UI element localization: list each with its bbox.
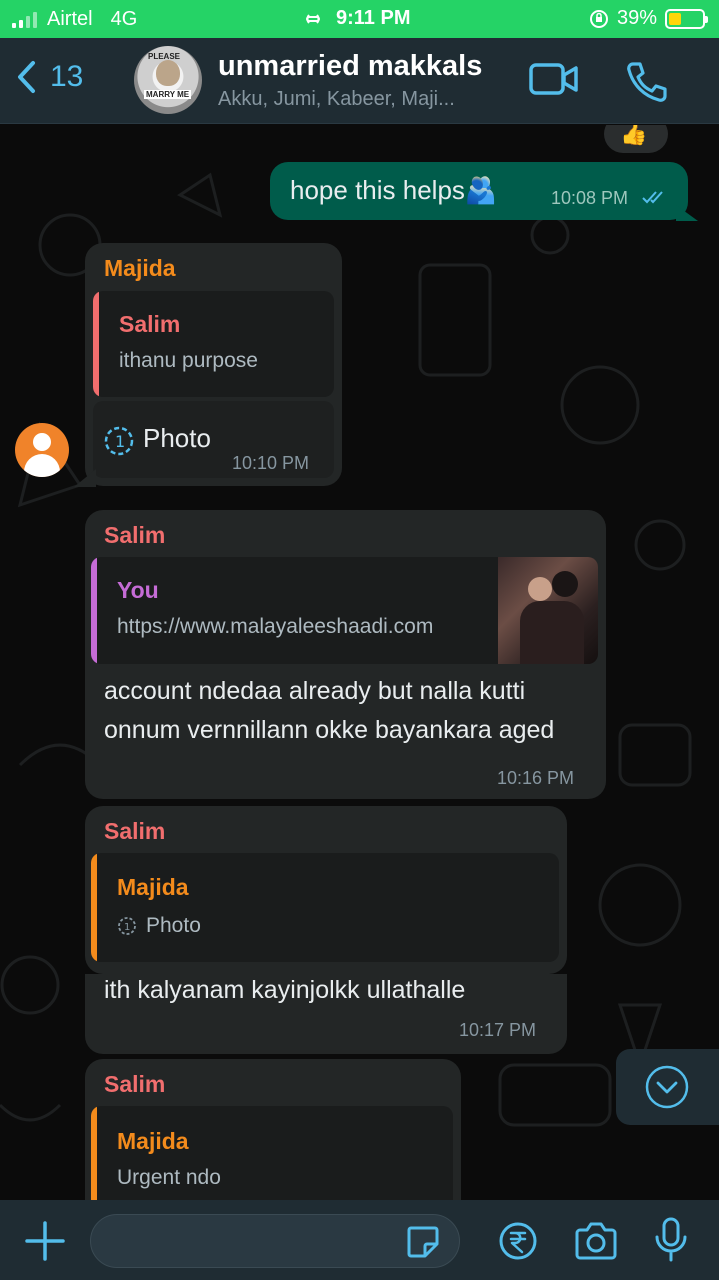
message-text: account ndedaa already but nalla kutti o… [104, 677, 555, 744]
quoted-message[interactable]: You https://www.malayaleeshaadi.com [91, 557, 598, 664]
thumbs-up-reaction: 👍 [620, 125, 648, 146]
group-members[interactable]: Akku, Jumi, Kabeer, Maji... [218, 88, 455, 111]
chevron-left-icon [18, 61, 35, 93]
quoted-text: Urgent ndo [117, 1166, 221, 1189]
message-time: 10:08 PM [551, 188, 629, 208]
hotspot-icon [306, 13, 320, 24]
view-once-icon: 1 [104, 426, 134, 456]
signal-icon [12, 11, 37, 28]
quoted-sender: Salim [119, 311, 181, 337]
rotation-lock-icon [589, 9, 608, 28]
svg-text:1: 1 [124, 922, 130, 933]
sender-name: Majida [104, 255, 176, 281]
chat-header: 13 PLEASE MARRY ME unmarried makkals Akk… [0, 38, 719, 124]
network-label: 4G [110, 8, 138, 30]
group-avatar[interactable]: PLEASE MARRY ME [134, 46, 202, 114]
message-input[interactable] [90, 1214, 460, 1268]
sender-avatar[interactable] [15, 423, 69, 477]
scroll-to-bottom-button[interactable] [616, 1049, 719, 1125]
quoted-link: https://www.malayaleeshaadi.com [117, 615, 434, 638]
link-thumbnail [498, 557, 598, 664]
outgoing-message[interactable]: hope this helps🫂 10:08 PM [270, 162, 688, 220]
unread-count: 13 [50, 60, 84, 93]
message-time: 10:10 PM [232, 453, 310, 473]
view-once-photo[interactable]: 1 Photo 10:10 PM [93, 401, 334, 478]
back-button[interactable]: 13 [16, 60, 83, 94]
plus-icon[interactable] [25, 1221, 65, 1261]
sticker-icon[interactable] [405, 1224, 441, 1260]
camera-icon[interactable] [573, 1221, 619, 1261]
message-text: ith kalyanam kayinjolkk ullathalle [104, 976, 466, 1004]
quoted-text: Photo [146, 914, 201, 937]
payment-icon[interactable] [498, 1221, 538, 1261]
view-once-icon: 1 [118, 917, 136, 935]
clock: 9:11 PM [336, 7, 411, 29]
phone-call-icon[interactable] [624, 60, 668, 104]
chat-area[interactable]: 👍 hope this helps🫂 10:08 PM Majida Salim… [0, 125, 719, 1200]
quoted-sender: Majida [117, 874, 189, 900]
quoted-message[interactable]: Salim ithanu purpose [93, 291, 334, 397]
message-time: 10:16 PM [497, 768, 575, 788]
photo-label: Photo [143, 423, 211, 453]
quoted-message[interactable]: Majida 1 Photo [91, 853, 559, 962]
incoming-message[interactable]: Salim You https://www.malayaleeshaadi.co… [85, 510, 606, 799]
status-bar: Airtel 4G 9:11 PM 39% [0, 0, 719, 38]
quoted-text: ithanu purpose [119, 349, 258, 372]
message-body[interactable]: ith kalyanam kayinjolkk ullathalle 10:17… [85, 974, 567, 1054]
incoming-message[interactable]: Salim Majida 1 Photo [85, 806, 567, 974]
svg-text:1: 1 [115, 432, 125, 451]
sender-name: Salim [104, 1071, 166, 1097]
quoted-sender: You [117, 577, 159, 603]
battery-icon [665, 8, 708, 29]
message-composer [0, 1200, 719, 1280]
double-check-icon [642, 191, 663, 204]
message-text: hope this helps🫂 [290, 175, 498, 205]
sender-name: Salim [104, 522, 166, 548]
video-call-icon[interactable] [528, 60, 580, 98]
reaction-bubble[interactable]: 👍 [604, 125, 668, 153]
group-title[interactable]: unmarried makkals [218, 50, 482, 83]
battery-percent: 39% [616, 7, 657, 29]
chevron-down-icon [645, 1065, 689, 1109]
incoming-message[interactable]: Salim Majida Urgent ndo [85, 1059, 461, 1200]
sender-name: Salim [104, 818, 166, 844]
carrier-label: Airtel [47, 8, 93, 30]
incoming-message[interactable]: Majida Salim ithanu purpose 1 Photo 10:1… [85, 243, 342, 486]
quoted-message[interactable]: Majida Urgent ndo [91, 1106, 453, 1200]
quoted-sender: Majida [117, 1128, 189, 1154]
message-time: 10:17 PM [459, 1020, 537, 1040]
microphone-icon[interactable] [653, 1217, 689, 1263]
